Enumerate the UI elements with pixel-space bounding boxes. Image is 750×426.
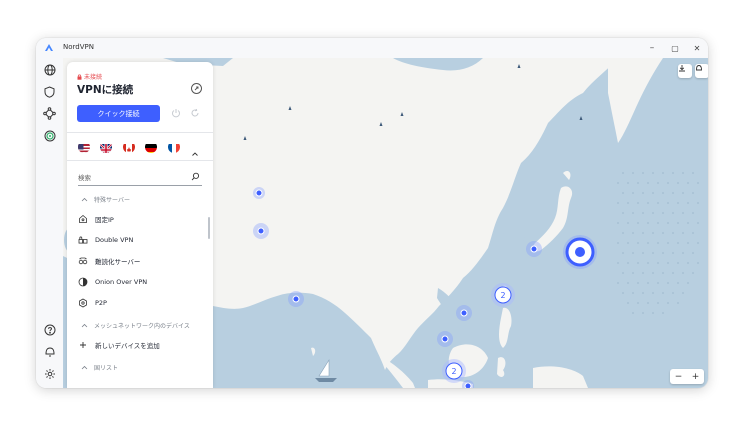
chevron-up-icon [81,365,88,370]
list-item-onion[interactable]: Onion Over VPN [78,275,203,289]
app-window: NordVPN – ▢ ✕ 2 2 − + 未接続 VPNに接続 クイック接続 … [36,38,708,388]
flag-uk-icon[interactable] [100,141,112,153]
title-bar: NordVPN – ▢ ✕ [36,38,708,58]
settings-icon[interactable] [41,365,58,382]
zoom-in-button[interactable]: + [687,369,704,384]
onion-icon [78,277,88,287]
app-title: NordVPN [63,43,94,51]
item-label: 難読化サーバー [95,258,141,266]
zoom-control: − + [670,369,704,384]
item-label: Double VPN [95,236,134,244]
meshnet-icon[interactable] [41,105,58,122]
section-country-list[interactable]: 国リスト [81,363,118,372]
quick-connect-button[interactable]: クイック接続 [77,105,160,122]
cluster-marker[interactable]: 2 [491,283,515,307]
lock-icon [77,74,82,80]
section-label: メッシュネットワーク内のデバイス [94,323,190,330]
item-label: Onion Over VPN [95,278,148,286]
panel-scrollbar[interactable] [208,217,210,239]
section-label: 国リスト [94,365,119,372]
chevron-up-icon [81,323,88,328]
cluster-count: 2 [451,367,456,376]
obfuscated-icon [78,256,88,266]
help-icon[interactable] [41,321,58,338]
shield-icon[interactable] [41,83,58,100]
power-icon[interactable] [170,107,182,119]
status-text: 未接続 [84,74,103,81]
flag-germany-icon[interactable] [145,141,157,153]
flag-france-icon[interactable] [168,141,180,153]
panel-headline: VPNに接続 [77,84,134,96]
zoom-out-button[interactable]: − [670,369,687,384]
search-icon[interactable] [191,172,200,181]
search-field [78,169,202,186]
notifications-icon[interactable] [41,343,58,360]
connection-settings-icon[interactable] [191,83,202,94]
nav-rail [36,58,63,388]
list-item-p2p[interactable]: P2P [78,296,203,310]
list-item-obfuscated[interactable]: 難読化サーバー [78,254,203,268]
cluster-marker[interactable]: 2 [442,359,466,383]
flag-us-icon[interactable] [78,141,90,153]
item-label: 固定IP [95,216,114,224]
double-vpn-icon [78,235,88,245]
list-item-double-vpn[interactable]: Double VPN [78,233,203,247]
maximize-button[interactable]: ▢ [668,41,682,55]
item-label: 新しいデバイスを追加 [95,342,160,350]
list-item-dedicated-ip[interactable]: 固定IP [78,212,203,226]
item-label: P2P [95,299,107,307]
section-specialty-servers[interactable]: 特殊サーバー [81,195,130,204]
section-meshnet-devices[interactable]: メッシュネットワーク内のデバイス [81,321,190,330]
threat-protection-icon[interactable] [41,127,58,144]
close-button[interactable]: ✕ [690,41,704,55]
bell-icon[interactable] [695,64,708,78]
download-icon[interactable] [678,64,692,78]
divider [67,160,213,161]
nordvpn-logo-icon [45,44,53,51]
cluster-count: 2 [500,291,505,300]
minimize-button[interactable]: – [645,41,659,55]
chevron-up-icon [81,197,88,202]
divider [67,132,213,133]
dedicated-ip-icon [78,214,88,224]
flag-canada-icon[interactable] [123,141,135,153]
connection-panel: 未接続 VPNに接続 クイック接続 検索 特殊サーバー 固定IP Double … [67,62,213,388]
refresh-icon[interactable] [189,107,201,119]
add-device-button[interactable]: 新しいデバイスを追加 [78,338,203,352]
plus-icon [78,340,88,350]
chevron-up-icon[interactable] [191,143,199,156]
connection-status: 未接続 [77,72,102,81]
section-label: 特殊サーバー [94,197,130,204]
p2p-icon [78,298,88,308]
globe-icon[interactable] [41,61,58,78]
search-input[interactable] [78,171,186,184]
